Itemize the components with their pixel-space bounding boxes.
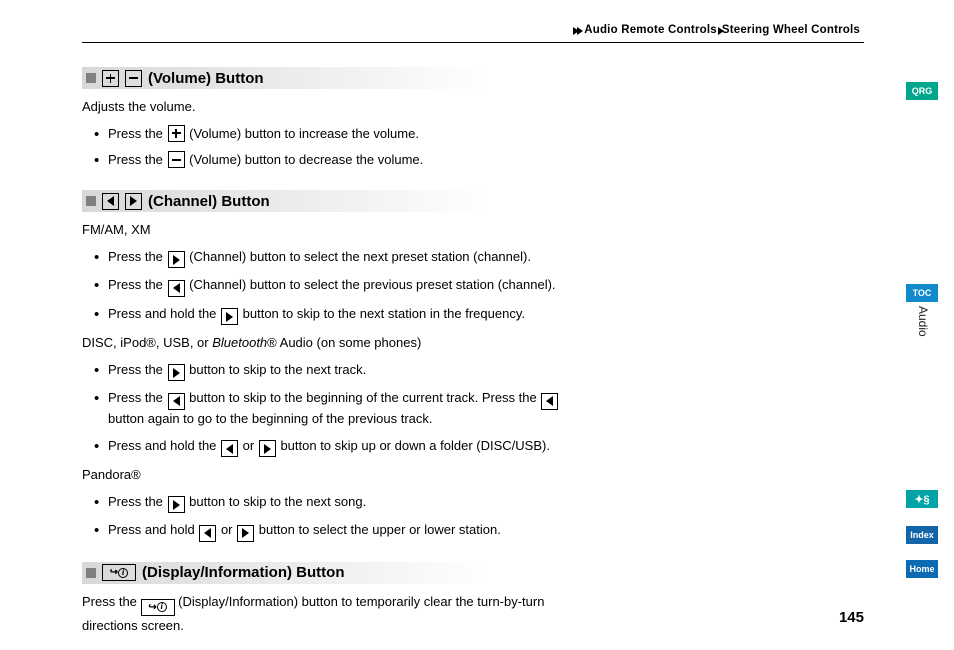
section-volume-header: (Volume) Button [82, 67, 580, 89]
list-item: Press the button to skip to the next tra… [98, 361, 580, 382]
tab-qrg[interactable]: QRG [906, 82, 938, 100]
right-arrow-icon [168, 496, 185, 513]
square-bullet-icon [86, 568, 96, 578]
display-info-icon: ↪ [102, 564, 136, 581]
display-info-icon: ↪ [141, 599, 175, 616]
left-arrow-icon [168, 393, 185, 410]
header-rule [82, 42, 864, 43]
left-arrow-icon [221, 440, 238, 457]
volume-decrease-item: Press the (Volume) button to decrease th… [98, 151, 580, 170]
list-item: Press the (Channel) button to select the… [98, 248, 580, 269]
square-bullet-icon [86, 196, 96, 206]
right-arrow-icon [168, 364, 185, 381]
volume-intro: Adjusts the volume. [82, 97, 580, 117]
plus-icon [102, 70, 119, 87]
page-number: 145 [839, 609, 864, 626]
list-item: Press the button to skip to the next son… [98, 493, 580, 514]
left-arrow-icon [168, 280, 185, 297]
list-item: Press and hold the button to skip to the… [98, 305, 580, 326]
square-bullet-icon [86, 73, 96, 83]
section-title: (Display/Information) Button [142, 564, 345, 581]
channel-disc-label: DISC, iPod®, USB, or Bluetooth® Audio (o… [82, 333, 580, 353]
minus-icon [125, 70, 142, 87]
left-arrow-icon [102, 193, 119, 210]
section-display-header: ↪ (Display/Information) Button [82, 562, 580, 584]
tab-toc[interactable]: TOC [906, 284, 938, 302]
left-arrow-icon [199, 525, 216, 542]
breadcrumb-a: Audio Remote Controls [584, 24, 717, 36]
list-item: Press and hold the or button to skip up … [98, 437, 580, 458]
minus-icon [168, 151, 185, 168]
display-body: Press the ↪ (Display/Information) button… [82, 592, 580, 636]
right-arrow-icon [125, 193, 142, 210]
right-arrow-icon [168, 251, 185, 268]
tab-help[interactable]: ✦§ [906, 490, 938, 508]
side-tabs: QRG TOC Audio ✦§ Index Home [898, 0, 938, 650]
list-item: Press the (Channel) button to select the… [98, 276, 580, 297]
left-arrow-icon [541, 393, 558, 410]
right-arrow-icon [221, 308, 238, 325]
tab-home[interactable]: Home [906, 560, 938, 578]
channel-pandora-label: Pandora® [82, 465, 580, 485]
plus-icon [168, 125, 185, 142]
volume-increase-item: Press the (Volume) button to increase th… [98, 125, 580, 144]
section-title: (Volume) Button [148, 70, 264, 87]
right-arrow-icon [237, 525, 254, 542]
section-title: (Channel) Button [148, 193, 270, 210]
right-arrow-icon [259, 440, 276, 457]
tab-audio[interactable]: Audio [916, 306, 930, 337]
breadcrumb: Audio Remote Controls Steering Wheel Cont… [82, 24, 864, 38]
breadcrumb-b: Steering Wheel Controls [722, 24, 860, 36]
list-item: Press the button to skip to the beginnin… [98, 389, 580, 428]
channel-fmam-label: FM/AM, XM [82, 220, 580, 240]
section-channel-header: (Channel) Button [82, 190, 580, 212]
list-item: Press and hold or button to select the u… [98, 521, 580, 542]
tab-index[interactable]: Index [906, 526, 938, 544]
